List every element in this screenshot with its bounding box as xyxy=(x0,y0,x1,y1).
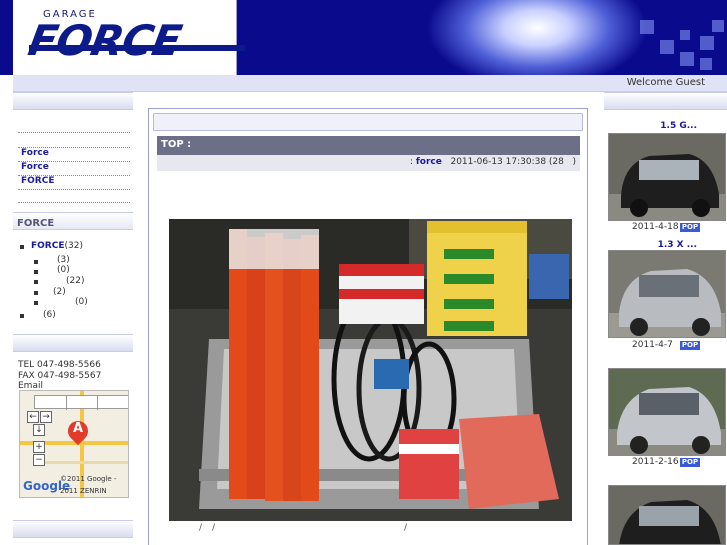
divider xyxy=(18,132,130,133)
car-thumbnail[interactable] xyxy=(608,250,726,338)
sidebar-link-force-3[interactable]: FORCE xyxy=(21,176,54,186)
car-thumbnail[interactable] xyxy=(608,133,726,221)
sidebar-panel-header xyxy=(13,92,133,110)
logo-underline xyxy=(29,45,245,51)
bullet xyxy=(34,270,38,274)
sidebar-panel-header xyxy=(13,520,133,538)
entry-author-link[interactable]: force xyxy=(416,157,442,167)
right-sidebar: 1.5 G... 2011-4-18 POP 1.3 X ... 2011-4-… xyxy=(604,92,727,545)
content-top-bar xyxy=(153,113,583,131)
bullet xyxy=(34,291,38,295)
bullet xyxy=(34,301,38,305)
bullet xyxy=(34,280,38,284)
welcome-text: Welcome Guest xyxy=(626,77,705,88)
right-panel-header xyxy=(604,92,727,110)
divider xyxy=(18,189,130,190)
map-copyright: ©2011 Google - xyxy=(60,475,117,483)
car-title[interactable]: 1.3 X ... xyxy=(658,240,697,250)
main-content: TOP : : force 2011-06-13 17:30:38 (28 ) xyxy=(148,108,588,545)
entry-footer-sep: / xyxy=(212,523,216,533)
bullet xyxy=(34,260,38,264)
entry-meta: : force 2011-06-13 17:30:38 (28 ) xyxy=(409,157,576,167)
car-date: 2011-4-18 xyxy=(632,222,679,232)
bullet xyxy=(20,314,24,318)
map-zoom-in-button[interactable]: + xyxy=(33,441,45,453)
logo-title: FORCE xyxy=(24,16,185,65)
category-item[interactable]: (6) xyxy=(43,310,56,320)
entry-header: TOP : xyxy=(157,136,580,155)
entry-footer-sep: / xyxy=(199,523,203,533)
entry-photo[interactable] xyxy=(169,219,572,521)
car-date: 2011-4-7 xyxy=(632,340,673,350)
map-pan-right-button[interactable]: → xyxy=(40,411,52,423)
category-item[interactable]: (0) xyxy=(57,265,70,275)
category-item[interactable]: FORCE(32) xyxy=(31,241,83,251)
welcome-strip: Welcome Guest xyxy=(13,75,727,92)
entry-datetime: 2011-06-13 17:30:38 (28 xyxy=(450,157,564,167)
header-banner xyxy=(237,0,727,75)
contact-tel: TEL 047-498-5566 xyxy=(18,360,101,370)
entry-title[interactable]: TOP : xyxy=(161,139,191,150)
car-date: 2011-2-16 xyxy=(632,457,679,467)
left-sidebar: Force Force FORCE FORCE FORCE(32) (3) (0… xyxy=(13,92,135,545)
map-pan-left-button[interactable]: ← xyxy=(27,411,39,423)
entry-meta-bar: : force 2011-06-13 17:30:38 (28 ) xyxy=(157,155,580,171)
parts-photo-illustration xyxy=(169,219,572,521)
car-thumbnail[interactable] xyxy=(608,485,726,545)
map-zoom-out-button[interactable]: − xyxy=(33,454,45,466)
map-zenrin: 2011 ZENRIN xyxy=(60,487,107,495)
sidebar-link-force[interactable]: Force xyxy=(21,148,49,158)
map-marker-label: A xyxy=(73,421,84,436)
divider xyxy=(18,202,130,203)
sidebar-link-force-2[interactable]: Force xyxy=(21,162,49,172)
entry-footer-sep: / xyxy=(404,523,408,533)
category-heading: FORCE xyxy=(17,218,55,229)
car-thumbnail[interactable] xyxy=(608,368,726,456)
pop-badge: POP xyxy=(680,223,700,232)
contact-panel-header xyxy=(13,334,133,352)
site-logo[interactable]: GARAGE FORCE xyxy=(13,0,245,75)
google-map[interactable]: ← → ↓ + − A Google ©2011 Google - 2011 Z… xyxy=(19,390,129,498)
site-header: GARAGE FORCE xyxy=(0,0,727,75)
category-item[interactable]: (22) xyxy=(66,276,84,286)
category-item[interactable]: (2) xyxy=(53,287,66,297)
map-type-bar[interactable] xyxy=(34,395,128,410)
contact-fax: FAX 047-498-5567 xyxy=(18,371,102,381)
pop-badge: POP xyxy=(680,341,700,350)
bullet xyxy=(20,245,24,249)
category-item[interactable]: (0) xyxy=(75,297,88,307)
car-title[interactable]: 1.5 G... xyxy=(660,121,697,131)
category-item[interactable]: (3) xyxy=(57,255,70,265)
map-pan-down-button[interactable]: ↓ xyxy=(33,424,45,436)
pop-badge: POP xyxy=(680,458,700,467)
